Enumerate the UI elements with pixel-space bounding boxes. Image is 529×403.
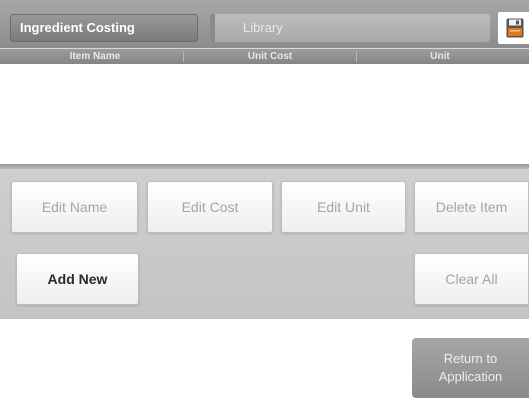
- floppy-disk-icon: [506, 18, 524, 38]
- return-to-application-button[interactable]: Return to Application: [412, 338, 529, 398]
- return-button-line2: Application: [438, 369, 503, 384]
- tab-ingredient-costing[interactable]: Ingredient Costing: [10, 14, 198, 42]
- table-header: Item Name Unit Cost Unit: [0, 48, 529, 64]
- column-header-unit-cost: Unit Cost: [247, 51, 293, 62]
- delete-item-button[interactable]: Delete Item: [414, 181, 529, 233]
- column-separator: [356, 51, 357, 62]
- item-list[interactable]: [0, 64, 529, 164]
- column-header-item-name: Item Name: [69, 51, 121, 62]
- column-separator: [183, 51, 184, 62]
- title-bar: Ingredient Costing Library: [0, 0, 529, 48]
- edit-name-button[interactable]: Edit Name: [11, 181, 138, 233]
- save-button[interactable]: [498, 12, 529, 44]
- edit-unit-button[interactable]: Edit Unit: [281, 181, 406, 233]
- edit-cost-button[interactable]: Edit Cost: [147, 181, 273, 233]
- column-header-unit: Unit: [430, 51, 450, 62]
- action-panel: Edit Name Edit Cost Edit Unit Delete Ite…: [0, 169, 529, 319]
- return-button-line1: Return to: [443, 351, 498, 366]
- clear-all-button[interactable]: Clear All: [414, 253, 529, 305]
- add-new-button[interactable]: Add New: [16, 253, 139, 305]
- tab-library[interactable]: Library: [210, 14, 490, 42]
